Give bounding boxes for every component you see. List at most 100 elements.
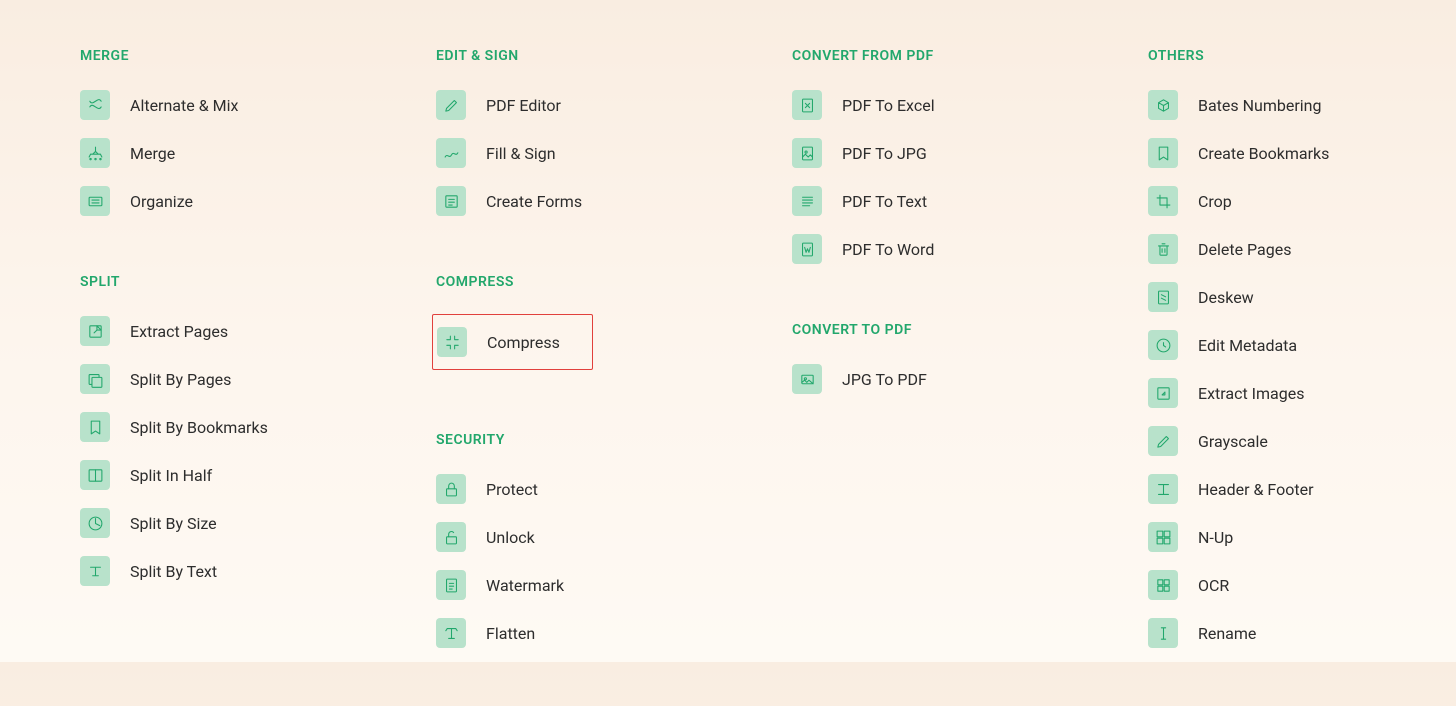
split-size-icon xyxy=(80,508,110,538)
tool-item[interactable]: PDF To Text xyxy=(792,186,927,216)
tool-item[interactable]: Create Bookmarks xyxy=(1148,138,1329,168)
split-text-icon xyxy=(80,556,110,586)
tool-item-label: Split By Pages xyxy=(130,370,231,389)
tool-item-label: PDF To Word xyxy=(842,240,934,259)
crop-icon xyxy=(1148,186,1178,216)
section-title: MERGE xyxy=(80,48,436,64)
alternate-mix-icon xyxy=(80,90,110,120)
unlock-icon xyxy=(436,522,466,552)
deskew-icon xyxy=(1148,282,1178,312)
tool-item[interactable]: Header & Footer xyxy=(1148,474,1314,504)
tool-item-label: Extract Pages xyxy=(130,322,228,341)
tool-item-label: Crop xyxy=(1198,192,1232,211)
to-jpg-icon xyxy=(792,138,822,168)
tool-item-label: PDF To JPG xyxy=(842,144,927,163)
tool-item[interactable]: Split In Half xyxy=(80,460,212,490)
tool-item[interactable]: Delete Pages xyxy=(1148,234,1291,264)
section-title: EDIT & SIGN xyxy=(436,48,792,64)
tool-item[interactable]: PDF To Excel xyxy=(792,90,935,120)
section: OTHERS Bates Numbering Create Bookmarks Cro… xyxy=(1148,48,1456,666)
delete-pages-icon xyxy=(1148,234,1178,264)
tool-item[interactable]: PDF Editor xyxy=(436,90,561,120)
tool-item[interactable]: Extract Images xyxy=(1148,378,1304,408)
tool-item[interactable]: Merge xyxy=(80,138,175,168)
tool-item[interactable]: JPG To PDF xyxy=(792,364,927,394)
split-bookmarks-icon xyxy=(80,412,110,442)
nup-icon xyxy=(1148,522,1178,552)
section: CONVERT FROM PDF PDF To Excel PDF To JPG PD… xyxy=(792,48,1148,282)
column-1: EDIT & SIGN PDF Editor Fill & Sign Create F… xyxy=(436,48,792,706)
tool-item[interactable]: Extract Pages xyxy=(80,316,228,346)
tool-item-label: PDF To Excel xyxy=(842,96,935,115)
merge-icon xyxy=(80,138,110,168)
protect-icon xyxy=(436,474,466,504)
tool-item[interactable]: Bates Numbering xyxy=(1148,90,1321,120)
tool-item[interactable]: Crop xyxy=(1148,186,1232,216)
tool-item-label: Create Bookmarks xyxy=(1198,144,1329,163)
tool-item[interactable]: Alternate & Mix xyxy=(80,90,238,120)
tool-item[interactable]: Create Forms xyxy=(436,186,582,216)
watermark-icon xyxy=(436,570,466,600)
to-word-icon xyxy=(792,234,822,264)
section-title: SPLIT xyxy=(80,274,436,290)
tool-item[interactable]: Flatten xyxy=(436,618,535,648)
to-text-icon xyxy=(792,186,822,216)
tool-item[interactable]: Fill & Sign xyxy=(436,138,556,168)
editor-icon xyxy=(436,90,466,120)
tool-item[interactable]: Organize xyxy=(80,186,193,216)
tool-item-label: Deskew xyxy=(1198,288,1254,307)
tool-item[interactable]: Rename xyxy=(1148,618,1256,648)
tool-item[interactable]: Split By Bookmarks xyxy=(80,412,268,442)
section-title: SECURITY xyxy=(436,432,792,448)
tool-item[interactable]: Compress xyxy=(432,314,593,370)
tool-item-label: Split In Half xyxy=(130,466,212,485)
tool-item[interactable]: Edit Metadata xyxy=(1148,330,1297,360)
tool-item[interactable]: Unlock xyxy=(436,522,535,552)
tool-item-label: PDF To Text xyxy=(842,192,927,211)
tool-item-label: Extract Images xyxy=(1198,384,1304,403)
tool-item-label: Unlock xyxy=(486,528,535,547)
tool-item-label: Compress xyxy=(487,333,560,352)
section: MERGE Alternate & Mix Merge Organize xyxy=(80,48,436,234)
section: SPLIT Extract Pages Split By Pages Split By… xyxy=(80,274,436,604)
tool-item-label: Fill & Sign xyxy=(486,144,556,163)
tool-item[interactable]: Split By Pages xyxy=(80,364,231,394)
header-footer-icon xyxy=(1148,474,1178,504)
tool-item[interactable]: N-Up xyxy=(1148,522,1233,552)
tool-item[interactable]: PDF To JPG xyxy=(792,138,927,168)
create-bookmarks-icon xyxy=(1148,138,1178,168)
tool-item-label: Split By Size xyxy=(130,514,217,533)
tool-item-label: JPG To PDF xyxy=(842,370,927,389)
tool-item[interactable]: Deskew xyxy=(1148,282,1254,312)
section-title: CONVERT TO PDF xyxy=(792,322,1148,338)
tool-item[interactable]: Protect xyxy=(436,474,538,504)
extract-images-icon xyxy=(1148,378,1178,408)
tool-item-label: Rename xyxy=(1198,624,1256,643)
split-pages-icon xyxy=(80,364,110,394)
tool-item-label: Flatten xyxy=(486,624,535,643)
grayscale-icon xyxy=(1148,426,1178,456)
organize-icon xyxy=(80,186,110,216)
section: COMPRESS Compress xyxy=(436,274,792,392)
section: SECURITY Protect Unlock Watermark Flatten xyxy=(436,432,792,666)
section-title: COMPRESS xyxy=(436,274,792,290)
column-3: OTHERS Bates Numbering Create Bookmarks Cro… xyxy=(1148,48,1456,706)
tool-item[interactable]: OCR xyxy=(1148,570,1229,600)
tool-item[interactable]: Watermark xyxy=(436,570,564,600)
column-0: MERGE Alternate & Mix Merge Organize SPLIT Ex… xyxy=(80,48,436,706)
tool-item-label: Create Forms xyxy=(486,192,582,211)
compress-icon xyxy=(437,327,467,357)
ocr-icon xyxy=(1148,570,1178,600)
tool-item[interactable]: Split By Text xyxy=(80,556,217,586)
tool-item-label: PDF Editor xyxy=(486,96,561,115)
column-2: CONVERT FROM PDF PDF To Excel PDF To JPG PD… xyxy=(792,48,1148,706)
section-title: OTHERS xyxy=(1148,48,1456,64)
tool-item-label: Grayscale xyxy=(1198,432,1268,451)
edit-metadata-icon xyxy=(1148,330,1178,360)
tool-item[interactable]: Grayscale xyxy=(1148,426,1268,456)
tool-item-label: Alternate & Mix xyxy=(130,96,238,115)
tool-item-label: Delete Pages xyxy=(1198,240,1291,259)
tool-item[interactable]: PDF To Word xyxy=(792,234,934,264)
tool-item[interactable]: Split By Size xyxy=(80,508,217,538)
section-title: CONVERT FROM PDF xyxy=(792,48,1148,64)
